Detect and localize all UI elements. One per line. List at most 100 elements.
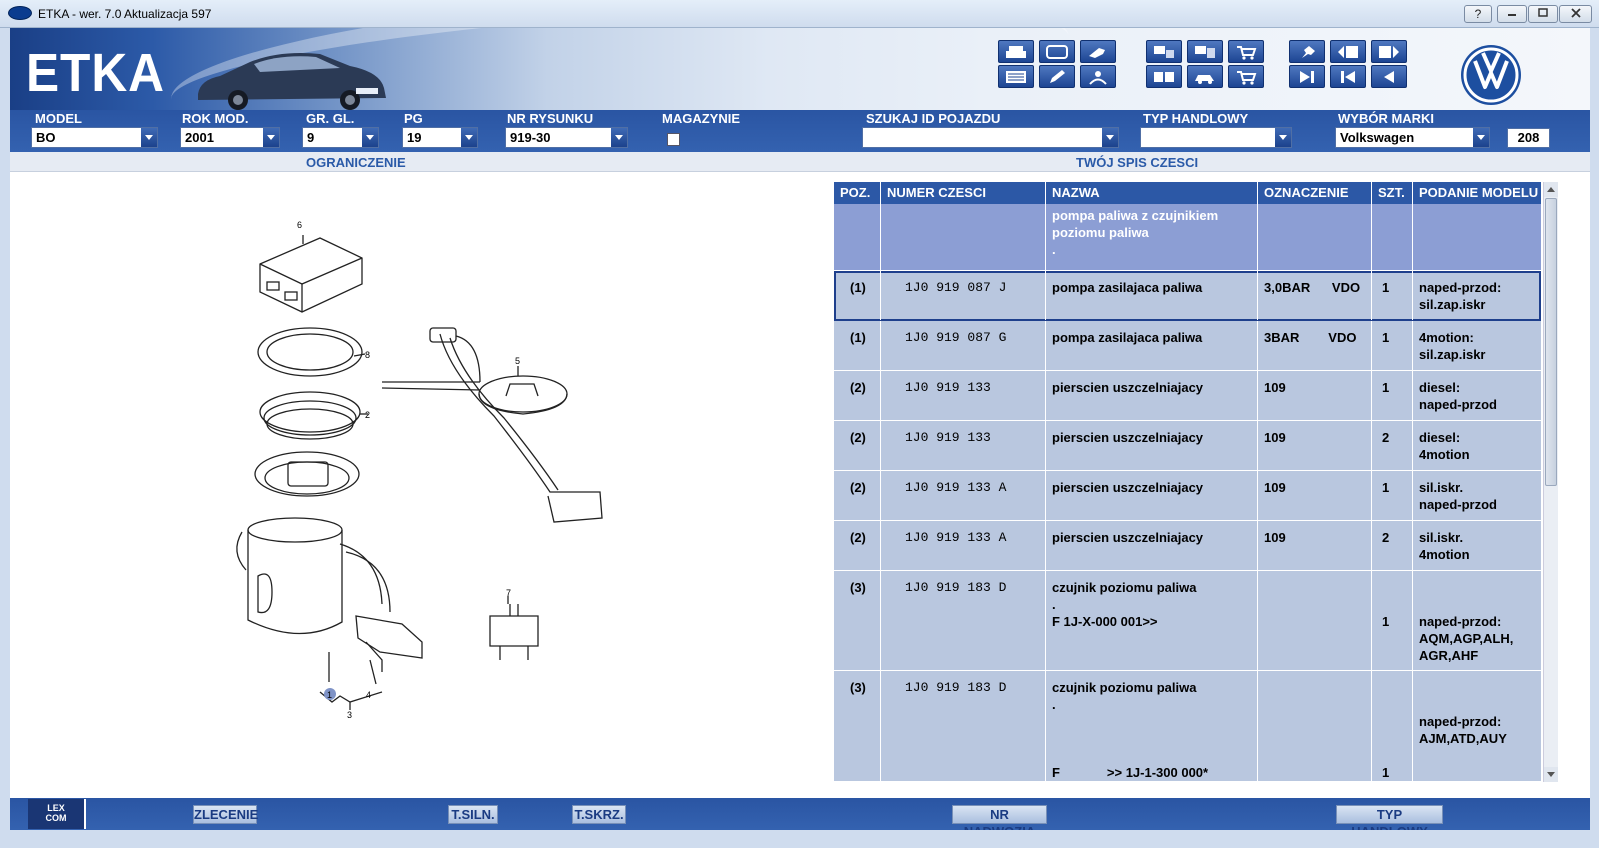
cell-poz: (1)	[834, 271, 881, 320]
cell-nazwa: pierscien uszczelniajacy	[1046, 371, 1258, 420]
list-button[interactable]	[998, 65, 1034, 88]
vw-logo[interactable]	[1459, 43, 1523, 107]
depot-button[interactable]	[1187, 40, 1223, 63]
typ-handlowy-button[interactable]: TYP HANDLOWY	[1336, 805, 1443, 839]
cell-numer: 1J0 919 133 A	[881, 471, 1046, 520]
gr-gl-value: 9	[307, 130, 315, 145]
callout-4[interactable]: 4	[366, 690, 371, 700]
rok-mod-label: ROK MOD.	[182, 111, 249, 126]
chevron-down-icon[interactable]	[1102, 128, 1118, 147]
ogranizenie-label[interactable]: OGRANICZENIE	[306, 155, 406, 170]
callout-8[interactable]: 8	[365, 350, 370, 360]
scroll-up-icon[interactable]	[1544, 182, 1558, 197]
chevron-down-icon[interactable]	[1275, 128, 1291, 147]
col-poz[interactable]: POZ.	[834, 182, 881, 204]
table-scrollbar[interactable]	[1543, 182, 1558, 782]
prev-button[interactable]	[1371, 65, 1407, 88]
close-button[interactable]	[1559, 5, 1592, 23]
chevron-down-icon[interactable]	[611, 128, 627, 147]
table-row[interactable]: (2) 1J0 919 133 A pierscien uszczelniaja…	[834, 471, 1541, 521]
szukaj-select[interactable]	[862, 127, 1119, 148]
table-row[interactable]: (3) 1J0 919 183 D czujnik poziomu paliwa…	[834, 671, 1541, 782]
chevron-down-icon[interactable]	[461, 128, 477, 147]
callout-7[interactable]: 7	[506, 588, 511, 598]
cell-szt	[1372, 204, 1413, 270]
diagram-svg: 6 8 2 5 7 1 4 3	[236, 220, 603, 720]
basket-button[interactable]	[1228, 65, 1264, 88]
col-numer-czesci[interactable]: NUMER CZESCI	[881, 182, 1046, 204]
cell-szt: 1	[1372, 371, 1413, 420]
typ-handlowy-select[interactable]	[1140, 127, 1292, 148]
elsa-button[interactable]	[1146, 40, 1182, 63]
help-button[interactable]: ?	[1464, 5, 1492, 23]
wybor-marki-label: WYBÓR MARKI	[1338, 111, 1435, 126]
zlecenie-button[interactable]: ZLECENIE	[193, 805, 258, 824]
nr-nadwozia-button[interactable]: NR NADWOZIA	[952, 805, 1047, 839]
page-forward-button[interactable]	[1371, 40, 1407, 63]
table-row[interactable]: (1) 1J0 919 087 J pompa zasilajaca paliw…	[834, 271, 1541, 321]
callout-2[interactable]: 2	[365, 410, 370, 420]
t-skrz-button[interactable]: T.SKRZ.	[572, 805, 626, 824]
scroll-down-icon[interactable]	[1544, 767, 1558, 782]
mechanic-button[interactable]	[1080, 65, 1116, 88]
cart-button[interactable]	[1228, 40, 1264, 63]
t-siln-button[interactable]: T.SILN.	[448, 805, 498, 824]
col-oznaczenie[interactable]: OZNACZENIE	[1258, 182, 1372, 204]
cell-nazwa: czujnik poziomu paliwa . F 1J-X-000 001>…	[1046, 571, 1258, 670]
col-nazwa[interactable]: NAZWA	[1046, 182, 1258, 204]
model-select[interactable]: BO	[31, 127, 158, 148]
pencil-icon	[1050, 69, 1065, 83]
rok-mod-select[interactable]: 2001	[180, 127, 280, 148]
first-button[interactable]	[1330, 65, 1366, 88]
szukaj-label: SZUKAJ ID POJAZDU	[866, 111, 1001, 126]
callout-1[interactable]: 1	[327, 690, 332, 700]
cell-oznaczenie: 3BAR VDO	[1258, 321, 1372, 370]
monitor-icon	[1046, 44, 1068, 59]
callout-3[interactable]: 3	[347, 710, 352, 720]
callout-6[interactable]: 6	[297, 220, 302, 230]
wrench-icon	[1089, 47, 1105, 58]
maximize-button[interactable]	[1528, 5, 1558, 23]
page-back-button[interactable]	[1330, 40, 1366, 63]
table-header: POZ. NUMER CZESCI NAZWA OZNACZENIE SZT. …	[834, 182, 1541, 204]
chevron-down-icon[interactable]	[263, 128, 279, 147]
col-szt[interactable]: SZT.	[1372, 182, 1413, 204]
chevron-down-icon[interactable]	[1473, 128, 1489, 147]
depot-icon	[1195, 45, 1215, 58]
pg-select[interactable]: 19	[402, 127, 478, 148]
table-row[interactable]: (2) 1J0 919 133 A pierscien uszczelniaja…	[834, 521, 1541, 571]
nr-rysunku-select[interactable]: 919-30	[505, 127, 628, 148]
edit-button[interactable]	[1039, 65, 1075, 88]
table-row[interactable]: (3) 1J0 919 183 D czujnik poziomu paliwa…	[834, 571, 1541, 671]
table-row[interactable]: (2) 1J0 919 133 pierscien uszczelniajacy…	[834, 421, 1541, 471]
table-row[interactable]: (2) 1J0 919 133 pierscien uszczelniajacy…	[834, 371, 1541, 421]
cell-numer: 1J0 919 183 D	[881, 571, 1046, 670]
scroll-thumb[interactable]	[1545, 198, 1557, 486]
wybor-marki-select[interactable]: Volkswagen	[1335, 127, 1490, 148]
magazynie-checkbox[interactable]	[667, 133, 680, 146]
pin-icon	[1302, 45, 1315, 58]
last-button[interactable]	[1289, 65, 1325, 88]
pin-button[interactable]	[1289, 40, 1325, 63]
cell-nazwa: pompa paliwa z czujnikiem poziomu paliwa…	[1046, 204, 1258, 270]
table-row[interactable]: (1) 1J0 919 087 G pompa zasilajaca paliw…	[834, 321, 1541, 371]
screen-button[interactable]	[1039, 40, 1075, 63]
cell-oznaczenie: 109	[1258, 371, 1372, 420]
order-icon	[1154, 71, 1174, 82]
model-label: MODEL	[35, 111, 82, 126]
tools-button[interactable]	[1080, 40, 1116, 63]
chevron-down-icon[interactable]	[362, 128, 378, 147]
cell-nazwa: pompa zasilajaca paliwa	[1046, 271, 1258, 320]
window-left-edge	[0, 28, 10, 830]
typ-handlowy-label: TYP HANDLOWY	[1143, 111, 1249, 126]
vehicle-button[interactable]	[1187, 65, 1223, 88]
minimize-button[interactable]	[1497, 5, 1527, 23]
callout-5[interactable]: 5	[515, 356, 520, 366]
print-button[interactable]	[998, 40, 1034, 63]
gr-gl-select[interactable]: 9	[302, 127, 379, 148]
col-podanie-modelu[interactable]: PODANIE MODELU	[1413, 182, 1541, 204]
order-button[interactable]	[1146, 65, 1182, 88]
chevron-down-icon[interactable]	[141, 128, 157, 147]
cell-numer: 1J0 919 183 D	[881, 671, 1046, 781]
model-value: BO	[36, 130, 56, 145]
